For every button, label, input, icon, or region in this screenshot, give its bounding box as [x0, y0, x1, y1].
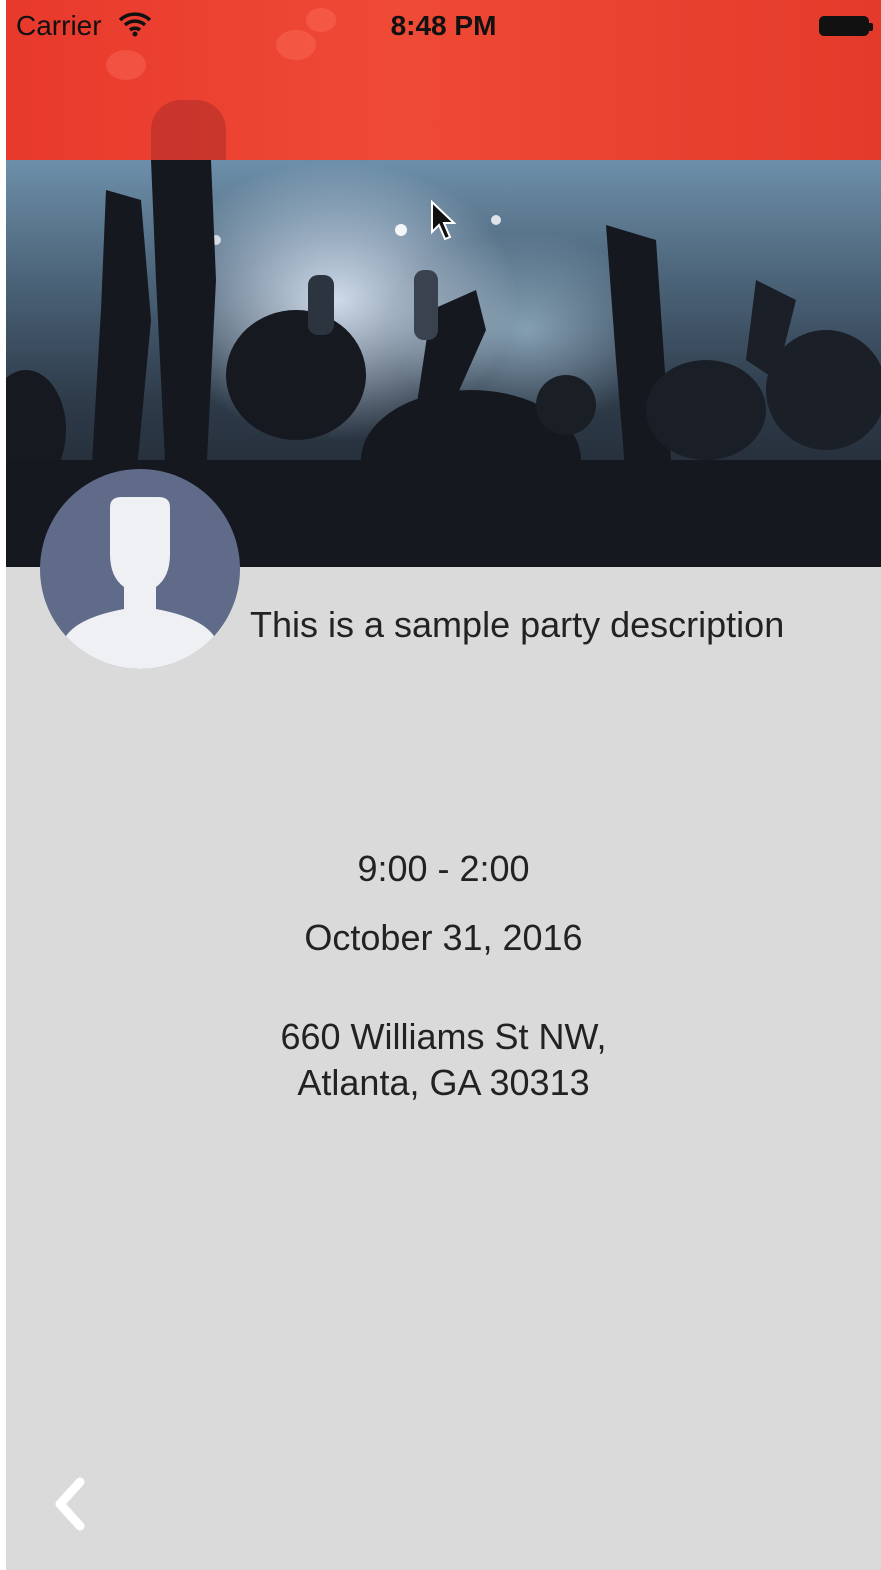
battery-icon: [819, 16, 873, 36]
chevron-left-icon: [55, 1477, 85, 1531]
event-detail-screen: Carrier 8:48 PM This is a sample party d…: [6, 0, 881, 1570]
event-address[interactable]: 660 Williams St NW, Atlanta, GA 30313: [6, 1014, 881, 1106]
event-date: October 31, 2016: [304, 917, 583, 958]
stage-light: [106, 50, 146, 80]
mouse-pointer-icon: [430, 199, 458, 247]
event-time-range: 9:00 - 2:00: [357, 848, 530, 889]
status-bar: Carrier 8:48 PM: [6, 0, 881, 52]
status-clock: 8:48 PM: [390, 10, 497, 41]
raised-hand-overlay: [151, 100, 226, 160]
address-line-1: 660 Williams St NW,: [280, 1016, 607, 1057]
back-button[interactable]: [46, 1474, 96, 1534]
header-bar: Carrier 8:48 PM: [6, 0, 881, 160]
person-silhouette-icon: [62, 497, 218, 669]
host-avatar[interactable]: [40, 469, 240, 669]
event-description: This is a sample party description: [250, 604, 785, 645]
address-line-2: Atlanta, GA 30313: [297, 1062, 590, 1103]
